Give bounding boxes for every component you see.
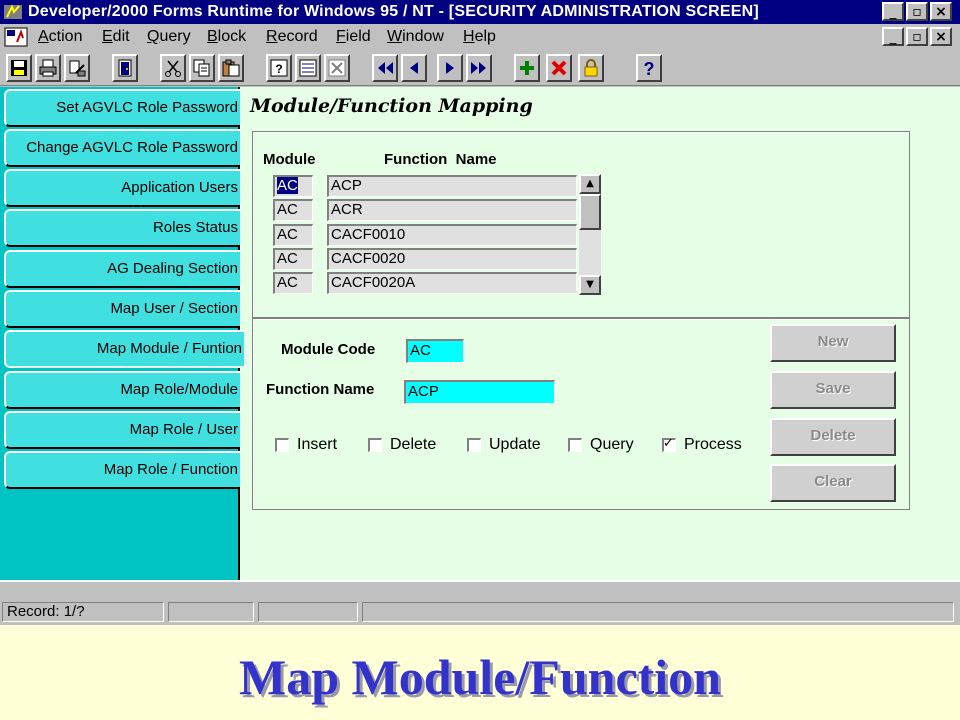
function-name-label: Function Name bbox=[266, 381, 375, 398]
insert-checkbox[interactable]: Insert bbox=[275, 436, 337, 454]
menu-record[interactable]: Record bbox=[266, 24, 318, 50]
previous-record-icon[interactable] bbox=[401, 54, 427, 82]
last-record-icon[interactable] bbox=[466, 54, 492, 82]
menu-window[interactable]: Window bbox=[387, 24, 444, 50]
status-cell bbox=[362, 602, 954, 622]
menu-help[interactable]: Help bbox=[463, 24, 496, 50]
delete-button[interactable]: Delete bbox=[770, 418, 896, 456]
close-icon[interactable]: × bbox=[930, 2, 952, 21]
menu-query[interactable]: Query bbox=[147, 24, 191, 50]
clear-button[interactable]: Clear bbox=[770, 464, 896, 502]
cut-icon[interactable] bbox=[160, 54, 186, 82]
function-name-field[interactable]: ACP bbox=[404, 380, 555, 404]
scroll-up-icon[interactable]: ▲ bbox=[579, 174, 601, 194]
grid-module-cell[interactable]: AC bbox=[273, 272, 313, 294]
forms-runtime-window: Developer/2000 Forms Runtime for Windows… bbox=[0, 0, 960, 625]
menu-block[interactable]: Block bbox=[207, 24, 246, 50]
tab-application-users[interactable]: Application Users bbox=[4, 169, 240, 207]
help-icon[interactable]: ? bbox=[636, 54, 662, 82]
svg-text:?: ? bbox=[644, 59, 655, 77]
print-setup-icon[interactable] bbox=[64, 54, 90, 82]
module-column-header: Module bbox=[263, 151, 316, 168]
grid-function-cell[interactable]: CACF0020 bbox=[327, 248, 577, 270]
update-checkbox[interactable]: Update bbox=[467, 436, 541, 454]
tab-map-role-user[interactable]: Map Role / User bbox=[4, 411, 240, 449]
enter-query-icon[interactable]: ? bbox=[266, 54, 292, 82]
scroll-down-icon[interactable]: ▼ bbox=[579, 275, 601, 295]
grid-function-cell[interactable]: CACF0010 bbox=[327, 224, 577, 246]
print-icon[interactable] bbox=[35, 54, 61, 82]
svg-text:?: ? bbox=[275, 62, 282, 76]
doc-minimize-icon[interactable]: _ bbox=[882, 27, 904, 46]
checkbox-box[interactable] bbox=[275, 438, 289, 452]
app-icon bbox=[4, 4, 22, 19]
status-cell bbox=[168, 602, 254, 622]
checkbox-box[interactable] bbox=[368, 438, 382, 452]
slide-caption: Map Module/Function bbox=[239, 649, 721, 705]
tab-map-user-section[interactable]: Map User / Section bbox=[4, 290, 240, 328]
tab-map-role-function[interactable]: Map Role / Function bbox=[4, 451, 240, 489]
grid-module-cell[interactable]: AC bbox=[273, 224, 313, 246]
execute-query-icon[interactable] bbox=[295, 54, 321, 82]
grid-module-cell[interactable]: AC bbox=[273, 175, 313, 197]
grid-scrollbar[interactable]: ▲ ▼ bbox=[579, 174, 601, 295]
horizontal-scrollbar[interactable] bbox=[0, 580, 960, 600]
tab-map-role-module[interactable]: Map Role/Module bbox=[4, 371, 240, 409]
tab-roles-status[interactable]: Roles Status bbox=[4, 209, 240, 247]
save-icon[interactable] bbox=[6, 54, 32, 82]
check-mark-icon: ✓ bbox=[663, 436, 674, 451]
navigation-sidebar: Set AGVLC Role Password Change AGVLC Rol… bbox=[0, 87, 244, 580]
module-code-field[interactable]: AC bbox=[406, 339, 464, 363]
module-code-label: Module Code bbox=[281, 341, 376, 358]
grid-function-cell[interactable]: ACR bbox=[327, 199, 577, 221]
next-record-icon[interactable] bbox=[437, 54, 463, 82]
tab-set-agvlc-role-password[interactable]: Set AGVLC Role Password bbox=[4, 89, 240, 127]
cancel-query-icon[interactable] bbox=[324, 54, 350, 82]
status-cell bbox=[258, 602, 358, 622]
tab-change-agvlc-role-password[interactable]: Change AGVLC Role Password bbox=[4, 129, 240, 167]
doc-close-icon[interactable]: × bbox=[930, 27, 952, 46]
checkbox-box[interactable]: ✓ bbox=[662, 436, 676, 452]
tab-map-module-function[interactable]: Map Module / Funtion bbox=[4, 330, 244, 368]
grid-function-cell[interactable]: CACF0020A bbox=[327, 272, 577, 294]
save-button[interactable]: Save bbox=[770, 371, 896, 409]
tab-ag-dealing-section[interactable]: AG Dealing Section bbox=[4, 250, 240, 288]
insert-record-icon[interactable] bbox=[514, 54, 540, 82]
paste-icon[interactable] bbox=[218, 54, 244, 82]
delete-checkbox[interactable]: Delete bbox=[368, 436, 436, 454]
lock-record-icon[interactable] bbox=[578, 54, 604, 82]
title-bar: Developer/2000 Forms Runtime for Windows… bbox=[0, 0, 960, 24]
status-bar: Record: 1/? bbox=[0, 600, 960, 625]
toolbar: ? ? bbox=[0, 50, 960, 86]
exit-icon[interactable] bbox=[112, 54, 138, 82]
doc-restore-icon[interactable]: ▫ bbox=[906, 27, 928, 46]
minimize-icon[interactable]: _ bbox=[882, 2, 904, 21]
first-record-icon[interactable] bbox=[372, 54, 398, 82]
function-column-header: Function Name bbox=[384, 151, 497, 168]
grid-module-cell[interactable]: AC bbox=[273, 199, 313, 221]
grid-function-cell[interactable]: ACP bbox=[327, 175, 577, 197]
copy-icon[interactable] bbox=[189, 54, 215, 82]
document-icon[interactable] bbox=[4, 27, 28, 47]
new-button[interactable]: New bbox=[770, 324, 896, 362]
checkbox-box[interactable] bbox=[568, 438, 582, 452]
scroll-thumb[interactable] bbox=[579, 194, 601, 230]
menu-bar: Action Edit Query Block Record Field Win… bbox=[0, 24, 960, 50]
page-title: Module/Function Mapping bbox=[250, 95, 533, 117]
record-status: Record: 1/? bbox=[2, 602, 164, 622]
restore-icon[interactable]: ▫ bbox=[906, 2, 928, 21]
process-checkbox[interactable]: ✓ Process bbox=[662, 436, 742, 454]
menu-field[interactable]: Field bbox=[336, 24, 371, 50]
grid-module-cell[interactable]: AC bbox=[273, 248, 313, 270]
delete-record-icon[interactable] bbox=[546, 54, 572, 82]
content-canvas: Module/Function Mapping Module Function … bbox=[240, 87, 960, 580]
window-title: Developer/2000 Forms Runtime for Windows… bbox=[28, 3, 759, 20]
menu-action[interactable]: Action bbox=[38, 24, 82, 50]
menu-edit[interactable]: Edit bbox=[102, 24, 130, 50]
query-checkbox[interactable]: Query bbox=[568, 436, 634, 454]
checkbox-box[interactable] bbox=[467, 438, 481, 452]
